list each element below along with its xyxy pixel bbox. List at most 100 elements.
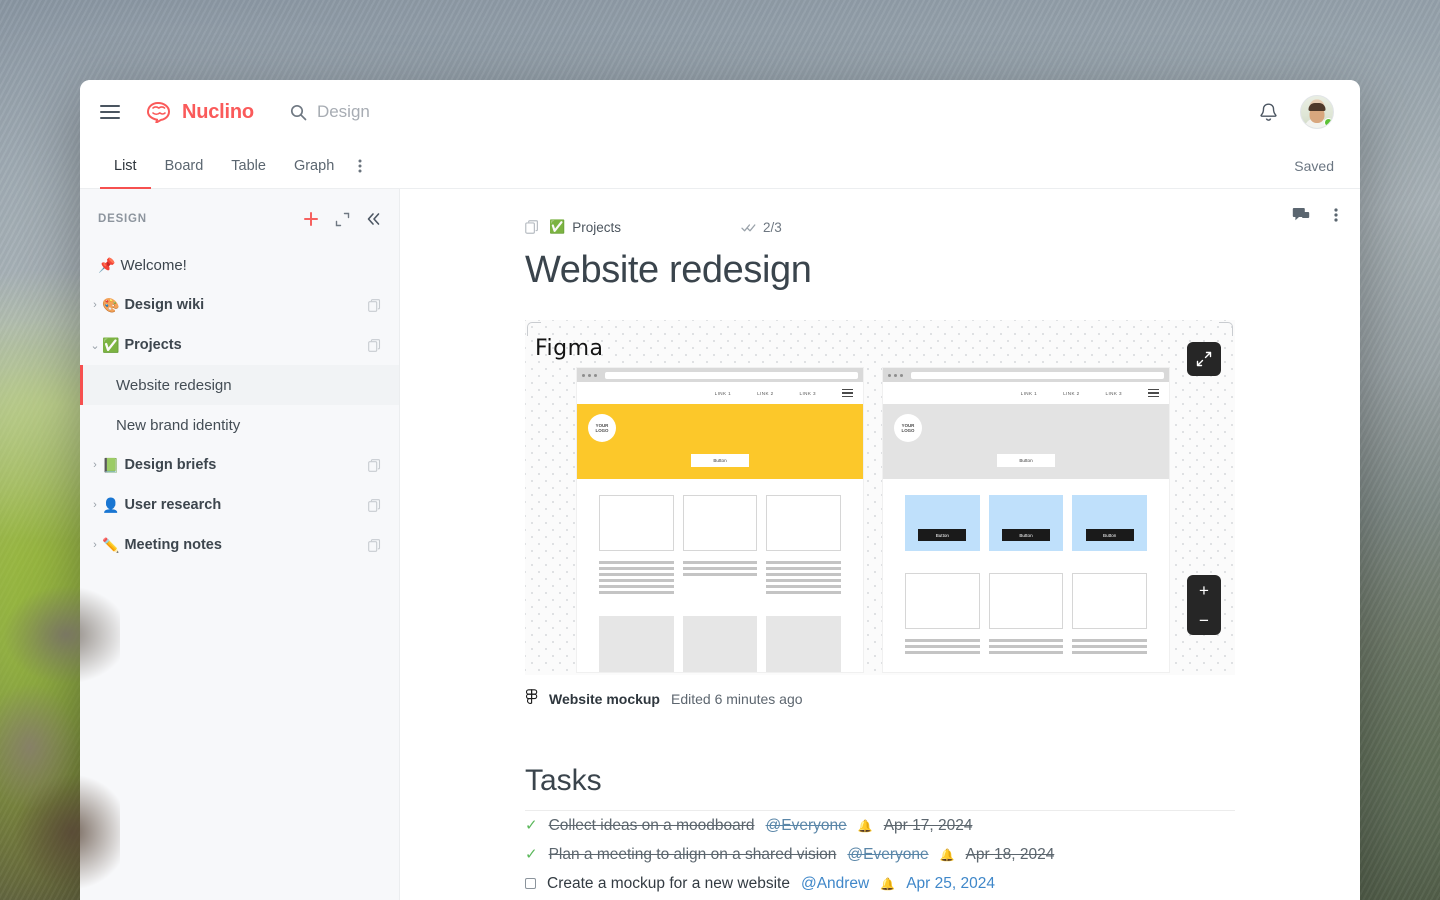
tab-graph[interactable]: Graph — [280, 145, 348, 189]
embed-caption-name: Website mockup — [549, 690, 660, 707]
mockup-frame-1[interactable]: LINK 1 LINK 2 LINK 3 YOUR LOGO Button — [577, 368, 863, 672]
sidebar-item-label: User research — [124, 497, 222, 513]
duplicate-icon[interactable] — [368, 538, 381, 552]
check-icon[interactable]: ✓ — [525, 847, 538, 862]
task-mention[interactable]: @Everyone — [766, 817, 847, 835]
text-block — [682, 561, 758, 594]
embed-provider-label: Figma — [535, 336, 604, 361]
nav-link: LINK 3 — [799, 390, 816, 396]
mockup-logo: YOUR LOGO — [894, 414, 922, 442]
zoom-controls[interactable]: + − — [1187, 575, 1221, 635]
green-book-icon: 📗 — [102, 457, 120, 473]
task-text: Collect ideas on a moodboard — [548, 816, 755, 834]
mockup-card — [599, 616, 674, 672]
chevron-right-icon[interactable]: › — [88, 459, 102, 471]
hamburger-icon[interactable] — [100, 105, 120, 119]
sidebar-item-projects[interactable]: ⌄ ✅ Projects — [80, 325, 399, 365]
checkbox-icon[interactable] — [525, 878, 536, 889]
duplicate-icon[interactable] — [525, 220, 539, 234]
mockup-card — [766, 495, 842, 551]
mockup-card-button: Button — [918, 529, 967, 541]
browser-chrome — [577, 368, 863, 382]
chevron-right-icon[interactable]: › — [88, 299, 102, 311]
duplicate-icon[interactable] — [368, 298, 381, 312]
sidebar-item-label: Design wiki — [124, 297, 205, 313]
sidebar-item-design-wiki[interactable]: › 🎨 Design wiki — [80, 285, 399, 325]
sidebar-actions — [303, 211, 381, 227]
mockup-frame-2[interactable]: LINK 1 LINK 2 LINK 3 YOUR LOGO Button Bu… — [883, 368, 1169, 672]
plus-icon[interactable] — [303, 211, 319, 227]
task-date[interactable]: Apr 18, 2024 — [966, 846, 1055, 864]
check-icon[interactable]: ✓ — [525, 818, 538, 833]
url-bar — [911, 371, 1164, 379]
nuclino-logo[interactable]: Nuclino — [144, 101, 254, 124]
tabs-more-button[interactable] — [348, 144, 372, 188]
breadcrumb-label: Projects — [572, 219, 621, 235]
kebab-menu-icon — [1334, 208, 1338, 222]
nav-link: LINK 1 — [714, 390, 732, 396]
sidebar-item-website-redesign[interactable]: Website redesign — [80, 365, 399, 405]
window-dot — [588, 373, 591, 377]
mockup-hero: YOUR LOGO Button — [577, 404, 863, 479]
zoom-out-button[interactable]: − — [1199, 605, 1209, 635]
sidebar-header: DESIGN — [80, 203, 399, 235]
tab-table[interactable]: Table — [217, 145, 280, 189]
mockup-card — [682, 495, 758, 551]
mockup-body — [577, 479, 863, 672]
task-mention[interactable]: @Everyone — [847, 846, 928, 864]
reminder-bell-icon: 🔔 — [880, 876, 896, 891]
sidebar-item-meeting-notes[interactable]: › ✏️ Meeting notes — [80, 525, 399, 565]
task-date[interactable]: Apr 17, 2024 — [884, 817, 973, 835]
tab-list[interactable]: List — [100, 145, 151, 189]
duplicate-icon[interactable] — [368, 498, 381, 512]
mockup-card — [682, 616, 758, 672]
search-input[interactable]: Design — [290, 102, 1259, 122]
chevrons-left-icon[interactable] — [366, 212, 381, 226]
duplicate-icon[interactable] — [368, 338, 381, 352]
nuclino-brain-logo-icon — [144, 101, 174, 123]
avatar[interactable] — [1300, 95, 1334, 129]
nav-link: LINK 3 — [1105, 390, 1122, 396]
task-item[interactable]: ✓ Collect ideas on a moodboard @Everyone… — [525, 811, 1235, 840]
tab-board[interactable]: Board — [151, 145, 218, 189]
sidebar: DESIGN 📌 Welcome! › 🎨 Design wiki ⌄ ✅ Pr… — [80, 189, 400, 900]
nav-link: LINK 2 — [1063, 390, 1080, 396]
chevron-down-icon[interactable]: ⌄ — [88, 339, 102, 352]
reminder-bell-icon: 🔔 — [857, 818, 873, 833]
task-date[interactable]: Apr 25, 2024 — [906, 875, 995, 893]
task-item[interactable]: ✓ Plan a meeting to align on a shared vi… — [525, 840, 1235, 869]
embed-corner-top-left — [527, 322, 541, 336]
logo-line-2: LOGO — [595, 428, 609, 433]
avatar-hair — [1308, 103, 1326, 112]
tab-table-label: Table — [231, 158, 266, 174]
logo-line-2: LOGO — [901, 428, 915, 433]
tabs-spacer — [372, 144, 1294, 188]
mockup-hero-button: Button — [997, 454, 1055, 467]
task-item[interactable]: Create a mockup for a new website @Andre… — [525, 869, 1235, 898]
expand-icon[interactable] — [335, 212, 350, 227]
url-bar — [605, 371, 858, 379]
sidebar-item-design-briefs[interactable]: › 📗 Design briefs — [80, 445, 399, 485]
sidebar-item-label: Design briefs — [124, 457, 217, 473]
duplicate-icon[interactable] — [368, 458, 381, 472]
chevron-right-icon[interactable]: › — [88, 539, 102, 551]
sidebar-item-label: New brand identity — [116, 416, 241, 434]
zoom-in-button[interactable]: + — [1199, 575, 1209, 605]
sidebar-item-user-research[interactable]: › 👤 User research — [80, 485, 399, 525]
hamburger-icon — [1148, 389, 1159, 397]
bell-icon[interactable] — [1259, 102, 1278, 123]
embed-caption: Website mockup Edited 6 minutes ago — [525, 689, 1235, 708]
chevron-right-icon[interactable]: › — [88, 499, 102, 511]
sidebar-nav: 📌 Welcome! › 🎨 Design wiki ⌄ ✅ Projects … — [80, 245, 399, 565]
figma-embed[interactable]: Figma LINK 1 LINK 2 LINK 3 YOUR LOGO But… — [525, 320, 1235, 675]
window-dot — [582, 373, 585, 377]
task-mention[interactable]: @Andrew — [801, 875, 869, 893]
sidebar-item-new-brand-identity[interactable]: New brand identity — [80, 405, 399, 445]
fullscreen-expand-button[interactable] — [1187, 342, 1221, 376]
task-progress: 2/3 — [741, 220, 782, 235]
sidebar-item-welcome[interactable]: 📌 Welcome! — [80, 245, 399, 285]
breadcrumb[interactable]: ✅ Projects — [549, 219, 621, 235]
comment-bubble-icon[interactable] — [1292, 207, 1310, 223]
document-menu-button[interactable] — [1334, 207, 1338, 223]
tab-list-label: List — [114, 158, 137, 174]
